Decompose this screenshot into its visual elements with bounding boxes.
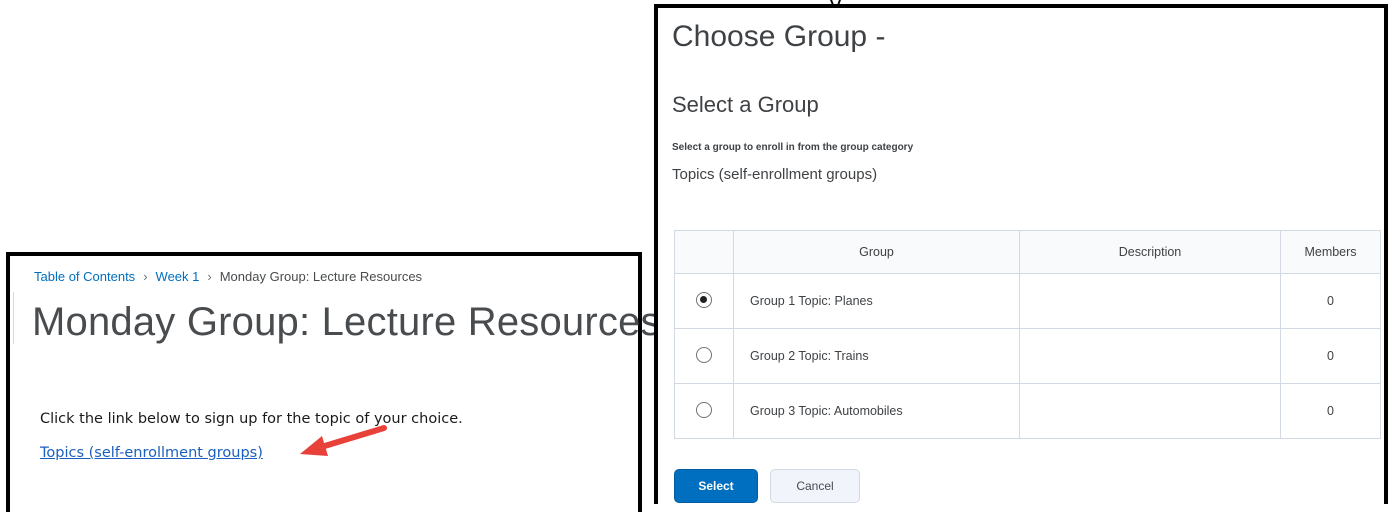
group-2-radio[interactable] [696,346,712,363]
breadcrumb-table-of-contents[interactable]: Table of Contents [34,269,135,284]
table-row: Group 3 Topic: Automobiles 0 [674,383,1381,439]
group-members-cell: 0 [1280,383,1381,439]
lecture-resources-panel: Table of Contents › Week 1 › Monday Group: L… [6,252,661,512]
group-3-radio[interactable] [696,401,712,418]
select-group-hint: Select a group to enroll in from the gro… [672,142,914,153]
breadcrumb-current: Monday Group: Lecture Resources [219,269,423,284]
group-category-label: Topics (self-enrollment groups) [672,166,878,183]
group-description-cell [1019,273,1281,329]
group-1-radio[interactable] [696,291,712,308]
cancel-button[interactable]: Cancel [770,469,860,503]
breadcrumb-separator: › [207,269,212,284]
groups-table: Group Description Members Group 1 Topic:… [674,230,1381,439]
group-members-cell: 0 [1280,328,1381,384]
choose-group-title: Choose Group - [672,20,886,53]
choose-group-panel: Choose Group - Select a Group Select a g… [654,4,1388,504]
group-members-cell: 0 [1280,273,1381,329]
column-header-group: Group [733,230,1020,274]
radio-cell [674,328,734,384]
red-arrow-annotation [300,425,387,456]
topics-self-enrollment-link[interactable]: Topics (self-enrollment groups) [40,445,263,461]
column-header-description: Description [1019,230,1281,274]
page-title: Monday Group: Lecture Resources [32,300,661,344]
breadcrumb-separator: › [143,269,148,284]
breadcrumb-week-1[interactable]: Week 1 [156,269,200,284]
radio-cell [674,383,734,439]
table-row: Group 2 Topic: Trains 0 [674,328,1381,384]
panel-edge-divider [10,292,14,344]
table-row: Group 1 Topic: Planes 0 [674,273,1381,329]
group-description-cell [1019,328,1281,384]
group-name-cell: Group 1 Topic: Planes [733,273,1020,329]
column-header-select [674,230,734,274]
column-header-members: Members [1280,230,1381,274]
select-button[interactable]: Select [674,469,758,503]
instruction-text: Click the link below to sign up for the … [40,411,463,427]
group-name-cell: Group 3 Topic: Automobiles [733,383,1020,439]
select-group-heading: Select a Group [672,92,819,117]
breadcrumb: Table of Contents › Week 1 › Monday Group: L… [34,269,422,284]
group-name-cell: Group 2 Topic: Trains [733,328,1020,384]
table-header-row: Group Description Members [674,230,1381,274]
group-description-cell [1019,383,1281,439]
radio-cell [674,273,734,329]
